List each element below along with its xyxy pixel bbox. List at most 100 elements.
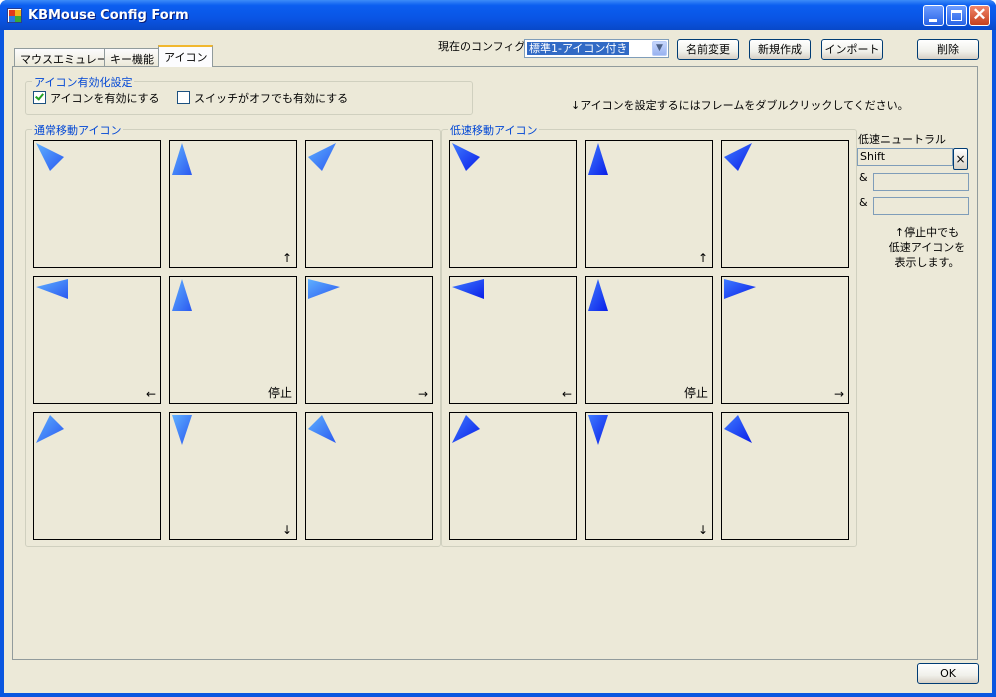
down-arrow-icon-shape (172, 415, 192, 445)
right-arrow-icon (308, 279, 340, 299)
enable-when-off-label[interactable]: スイッチがオフでも有効にする (194, 90, 348, 106)
slow-icon-frame-label: ← (561, 387, 572, 401)
right-arrow-icon (724, 279, 756, 299)
normal-icon-frame-label: ↑ (281, 251, 292, 265)
slow-neutral-key3-field[interactable] (873, 197, 969, 215)
normal-icon-frame[interactable] (305, 140, 433, 268)
normal-icon-frame-label: ← (145, 387, 156, 401)
left-arrow-icon (452, 279, 484, 299)
down-right-arrow-icon (36, 143, 64, 171)
icon-tab-page: アイコン有効化設定 アイコンを有効にする スイッチがオフでも有効にする ↓アイコ… (12, 66, 978, 660)
title-bar[interactable]: KBMouse Config Form ✕ (0, 0, 996, 30)
up-right-arrow-icon (452, 415, 480, 443)
ampersand-label-2: & (859, 196, 868, 209)
config-label: 現在のコンフィグ (438, 40, 526, 53)
slow-icon-frame-label: ↓ (697, 523, 708, 537)
slow-neutral-note-line2: 低速アイコンを (888, 241, 966, 254)
up-right-arrow-icon (36, 415, 64, 443)
config-select[interactable]: 標準1-アイコン付き ▼ (524, 39, 669, 58)
chevron-down-icon[interactable]: ▼ (652, 41, 667, 56)
up-arrow-icon-shape (172, 143, 192, 175)
slow-neutral-label: 低速ニュートラル (858, 133, 946, 146)
up-right-arrow-icon-shape (36, 415, 64, 443)
minimize-button[interactable] (923, 5, 944, 26)
normal-icon-frame-label: → (417, 387, 428, 401)
config-select-value: 標準1-アイコン付き (527, 42, 630, 55)
slow-neutral-note-line3: 表示します。 (894, 256, 960, 269)
slow-icon-frame[interactable]: ↑ (585, 140, 713, 268)
close-button[interactable]: ✕ (969, 5, 990, 26)
normal-icon-frame[interactable] (305, 412, 433, 540)
normal-icon-frame[interactable]: 停止 (169, 276, 297, 404)
enable-settings-group: アイコン有効化設定 アイコンを有効にする スイッチがオフでも有効にする (25, 74, 473, 115)
up-arrow-icon (588, 279, 608, 311)
right-arrow-icon-shape (724, 279, 756, 299)
slow-neutral-note: ↑停止中でも 低速アイコンを 表示します。 (885, 225, 969, 270)
right-arrow-icon-shape (308, 279, 340, 299)
slow-neutral-key2-field[interactable] (873, 173, 969, 191)
down-right-arrow-icon-shape (452, 143, 480, 171)
app-window: KBMouse Config Form ✕ マウスエミュレート キー機能 アイコ… (0, 0, 996, 697)
up-left-arrow-icon-shape (724, 415, 752, 443)
slow-move-icon-title: 低速移動アイコン (448, 122, 540, 138)
normal-icon-frame-label: ↓ (281, 523, 292, 537)
slow-icon-frame[interactable]: ← (449, 276, 577, 404)
normal-move-icon-title: 通常移動アイコン (32, 122, 124, 138)
normal-icon-frame[interactable]: → (305, 276, 433, 404)
down-arrow-icon (172, 415, 192, 445)
normal-icon-frame[interactable] (33, 140, 161, 268)
slow-icon-frame[interactable] (449, 412, 577, 540)
normal-move-icon-group: 通常移動アイコン ↑ ← 停止 → ↓ (25, 122, 441, 547)
normal-icon-frame[interactable]: ← (33, 276, 161, 404)
down-left-arrow-icon (724, 143, 752, 171)
window-title: KBMouse Config Form (28, 8, 189, 23)
minimize-icon (929, 19, 937, 22)
slow-move-icon-group: 低速移動アイコン ↑ ← 停止 → ↓ (441, 122, 857, 547)
down-left-arrow-icon-shape (724, 143, 752, 171)
normal-icon-frame[interactable] (33, 412, 161, 540)
slow-icon-frame-label: ↑ (697, 251, 708, 265)
tab-icons[interactable]: アイコン (158, 45, 214, 67)
slow-icon-frame[interactable] (721, 140, 849, 268)
slow-neutral-key1-field[interactable]: Shift (857, 148, 953, 166)
up-arrow-icon-shape (588, 279, 608, 311)
maximize-button[interactable] (946, 5, 967, 26)
clear-key-button[interactable]: × (953, 148, 968, 170)
ok-button[interactable]: OK (917, 663, 979, 684)
slow-icon-frame[interactable] (721, 412, 849, 540)
left-arrow-icon (36, 279, 68, 299)
normal-icon-frame[interactable]: ↑ (169, 140, 297, 268)
down-right-arrow-icon-shape (36, 143, 64, 171)
new-config-button[interactable]: 新規作成 (749, 39, 811, 60)
left-arrow-icon-shape (452, 279, 484, 299)
import-button[interactable]: インポート (821, 39, 883, 60)
ampersand-label-1: & (859, 171, 868, 184)
normal-icon-frame-label: 停止 (267, 386, 292, 400)
tab-key-functions[interactable]: キー機能 (104, 48, 160, 66)
slow-icon-frame[interactable] (449, 140, 577, 268)
close-icon: ✕ (972, 5, 987, 24)
slow-icon-frame[interactable]: 停止 (585, 276, 713, 404)
enable-icons-checkbox[interactable] (33, 91, 46, 104)
up-left-arrow-icon (724, 415, 752, 443)
maximize-icon (951, 10, 962, 21)
slow-icon-frame-label: 停止 (683, 386, 708, 400)
client-area: マウスエミュレート キー機能 アイコン 現在のコンフィグ 標準1-アイコン付き … (4, 30, 992, 693)
normal-icon-frame[interactable]: ↓ (169, 412, 297, 540)
up-arrow-icon (172, 143, 192, 175)
enable-when-off-checkbox[interactable] (177, 91, 190, 104)
left-arrow-icon-shape (36, 279, 68, 299)
slow-icon-frame[interactable]: ↓ (585, 412, 713, 540)
slow-icon-frame[interactable]: → (721, 276, 849, 404)
down-arrow-icon-shape (588, 415, 608, 445)
double-click-hint: ↓アイコンを設定するにはフレームをダブルクリックしてください。 (571, 99, 909, 112)
enable-icons-label[interactable]: アイコンを有効にする (50, 90, 160, 106)
up-left-arrow-icon (308, 415, 336, 443)
rename-button[interactable]: 名前変更 (677, 39, 739, 60)
app-icon (7, 8, 22, 23)
up-arrow-icon-shape (172, 279, 192, 311)
checkmark-icon (35, 91, 44, 101)
down-right-arrow-icon (452, 143, 480, 171)
delete-button[interactable]: 削除 (917, 39, 979, 60)
down-arrow-icon (588, 415, 608, 445)
